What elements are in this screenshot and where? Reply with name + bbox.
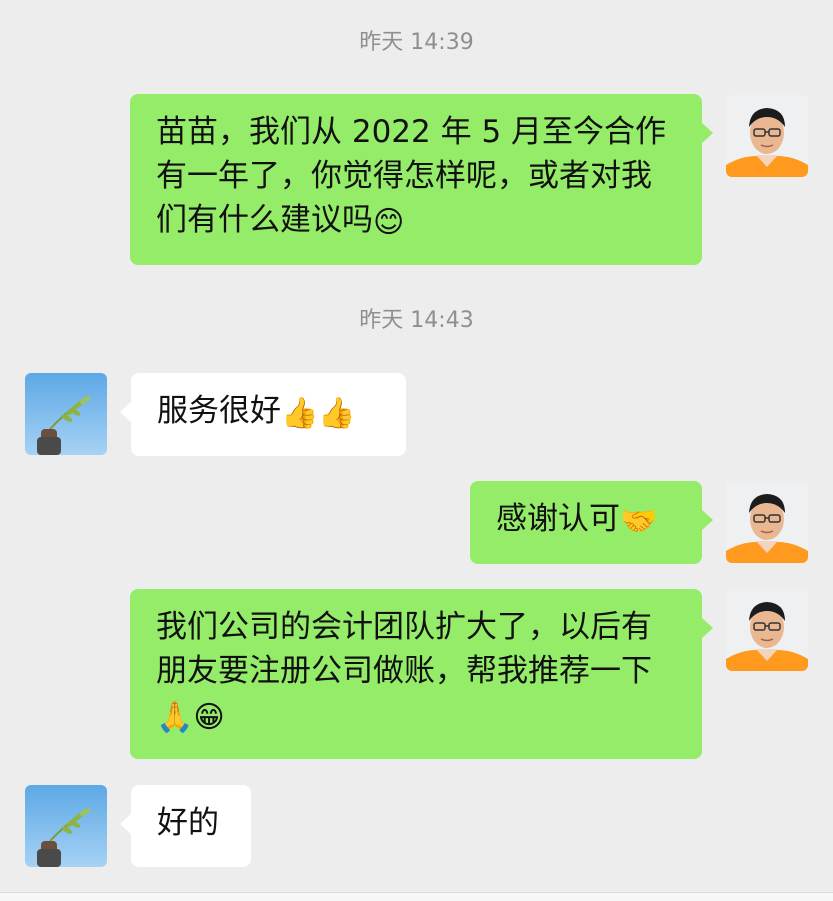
message-text: 苗苗，我们从 2022 年 5 月至今合作有一年了，你觉得怎样呢，或者对我们有什…	[156, 114, 667, 238]
contact-avatar[interactable]	[25, 785, 107, 867]
timestamp: 昨天 14:43	[359, 308, 474, 333]
person-avatar-icon	[726, 95, 808, 177]
self-avatar[interactable]	[726, 95, 808, 177]
message-bubble[interactable]: 好的	[120, 785, 251, 867]
person-avatar-icon	[726, 589, 808, 671]
contact-avatar[interactable]	[25, 373, 107, 455]
message-bubble[interactable]: 服务很好👍👍	[120, 373, 406, 456]
person-avatar-icon	[726, 481, 808, 563]
self-avatar[interactable]	[726, 589, 808, 671]
message-text: 感谢认可	[496, 501, 620, 537]
timestamp: 昨天 14:39	[359, 30, 474, 55]
message-bubble[interactable]: 感谢认可🤝	[470, 481, 713, 564]
message-bubble[interactable]: 我们公司的会计团队扩大了，以后有朋友要注册公司做账，帮我推荐一下 🙏😁	[130, 589, 713, 759]
smile-emoji-icon: 😊	[373, 205, 405, 240]
message-text: 服务很好	[157, 393, 281, 429]
self-avatar[interactable]	[726, 481, 808, 563]
wheat-sprig-avatar-icon	[25, 785, 107, 867]
message-text: 好的	[157, 805, 219, 841]
thumbs-up-emoji-icon: 👍👍	[281, 396, 356, 431]
wheat-sprig-avatar-icon	[25, 373, 107, 455]
message-text: 我们公司的会计团队扩大了，以后有朋友要注册公司做账，帮我推荐一下	[156, 609, 652, 689]
pray-grin-emoji-icon: 🙏😁	[156, 700, 225, 735]
message-bubble[interactable]: 苗苗，我们从 2022 年 5 月至今合作有一年了，你觉得怎样呢，或者对我们有什…	[130, 94, 713, 265]
handshake-emoji-icon: 🤝	[620, 504, 658, 539]
